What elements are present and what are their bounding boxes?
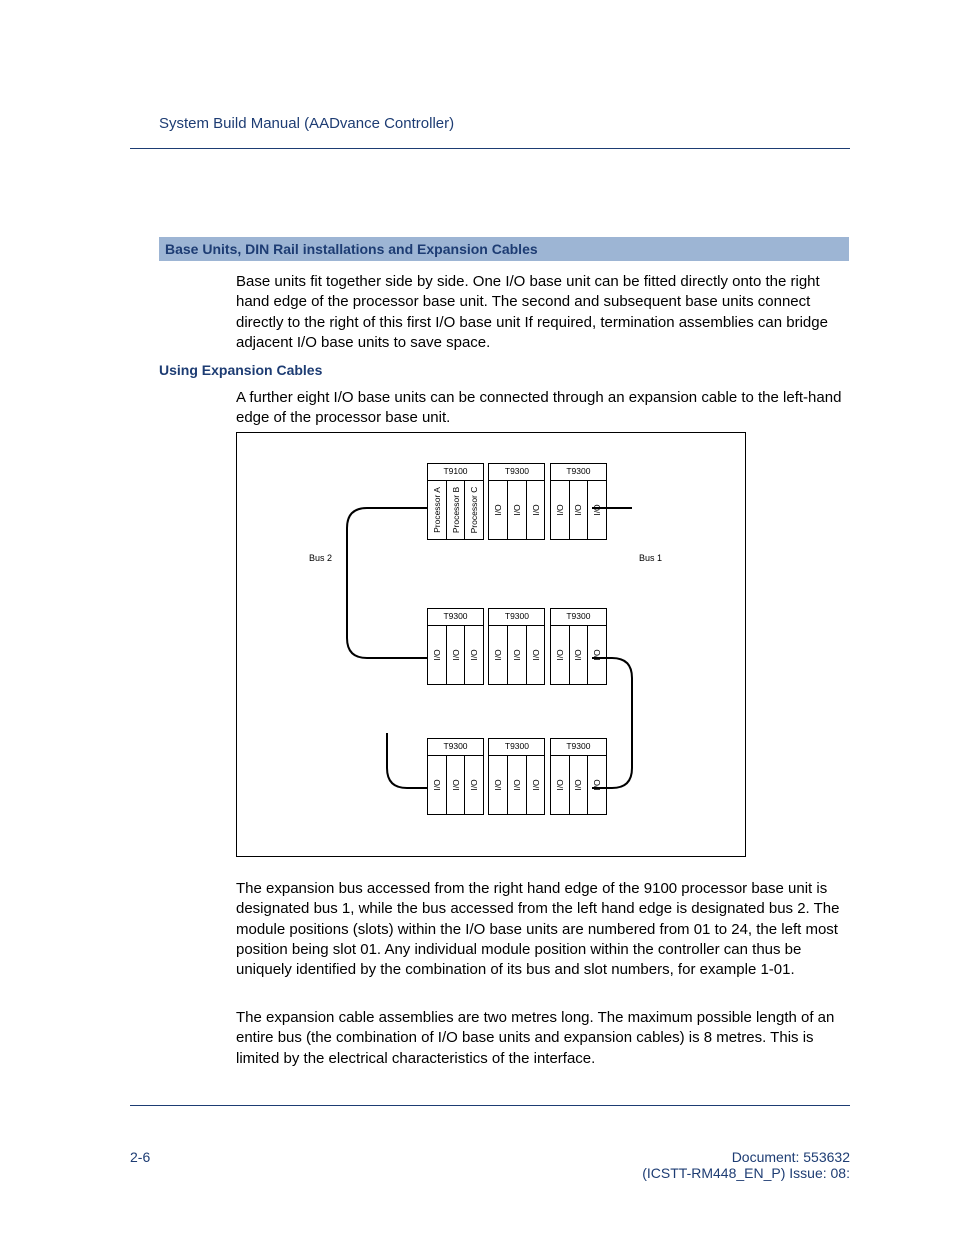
slot-processor-c: Processor C — [465, 481, 483, 539]
slot-io: I/O — [489, 481, 508, 539]
slot-io: I/O — [465, 756, 483, 814]
unit-t9300: T9300 I/O I/O I/O — [550, 738, 607, 815]
section-heading: Base Units, DIN Rail installations and E… — [159, 237, 849, 261]
bus2-label: Bus 2 — [309, 553, 332, 563]
unit-t9300: T9300 I/O I/O I/O — [488, 738, 545, 815]
slot-io: I/O — [489, 756, 508, 814]
unit-title: T9100 — [427, 463, 484, 480]
unit-title: T9300 — [427, 738, 484, 755]
page-header: System Build Manual (AADvance Controller… — [159, 115, 454, 132]
slot-io: I/O — [588, 481, 606, 539]
slot-io: I/O — [551, 756, 570, 814]
slot-io: I/O — [508, 626, 527, 684]
slot-io: I/O — [508, 481, 527, 539]
slot-io: I/O — [489, 626, 508, 684]
document-id: Document: 553632 (ICSTT-RM448_EN_P) Issu… — [642, 1149, 850, 1181]
slot-io: I/O — [428, 626, 447, 684]
unit-t9100: T9100 Processor A Processor B Processor … — [427, 463, 484, 540]
slot-io: I/O — [447, 756, 466, 814]
paragraph-cable-length: The expansion cable assemblies are two m… — [236, 1008, 846, 1069]
unit-title: T9300 — [427, 608, 484, 625]
slot-io: I/O — [588, 756, 606, 814]
page: System Build Manual (AADvance Controller… — [0, 0, 954, 1235]
slot-io: I/O — [570, 626, 589, 684]
slot-io: I/O — [447, 626, 466, 684]
slot-io: I/O — [527, 626, 545, 684]
subheading-expansion-cables: Using Expansion Cables — [159, 362, 322, 378]
slot-io: I/O — [588, 626, 606, 684]
slot-io: I/O — [508, 756, 527, 814]
figure-base-units: Bus 2 Bus 1 T9100 Processor A Processor … — [236, 432, 746, 857]
unit-title: T9300 — [488, 738, 545, 755]
unit-t9300: T9300 I/O I/O I/O — [550, 463, 607, 540]
unit-title: T9300 — [550, 738, 607, 755]
footer-rule — [130, 1105, 850, 1106]
slot-processor-a: Processor A — [428, 481, 447, 539]
unit-t9300: T9300 I/O I/O I/O — [488, 608, 545, 685]
slot-io: I/O — [428, 756, 447, 814]
header-rule — [130, 148, 850, 149]
paragraph-expansion-intro: A further eight I/O base units can be co… — [236, 388, 848, 429]
slot-processor-b: Processor B — [447, 481, 466, 539]
paragraph-bus-designation: The expansion bus accessed from the righ… — [236, 879, 846, 980]
unit-title: T9300 — [550, 463, 607, 480]
slot-io: I/O — [570, 481, 589, 539]
unit-title: T9300 — [488, 463, 545, 480]
unit-t9300: T9300 I/O I/O I/O — [427, 608, 484, 685]
slot-io: I/O — [465, 626, 483, 684]
unit-t9300: T9300 I/O I/O I/O — [550, 608, 607, 685]
slot-io: I/O — [551, 626, 570, 684]
unit-t9300: T9300 I/O I/O I/O — [427, 738, 484, 815]
slot-io: I/O — [527, 756, 545, 814]
slot-io: I/O — [527, 481, 545, 539]
bus1-label: Bus 1 — [639, 553, 662, 563]
unit-t9300: T9300 I/O I/O I/O — [488, 463, 545, 540]
paragraph-intro: Base units fit together side by side. On… — [236, 272, 841, 353]
page-number: 2-6 — [130, 1149, 150, 1165]
slot-io: I/O — [551, 481, 570, 539]
unit-title: T9300 — [550, 608, 607, 625]
unit-title: T9300 — [488, 608, 545, 625]
slot-io: I/O — [570, 756, 589, 814]
